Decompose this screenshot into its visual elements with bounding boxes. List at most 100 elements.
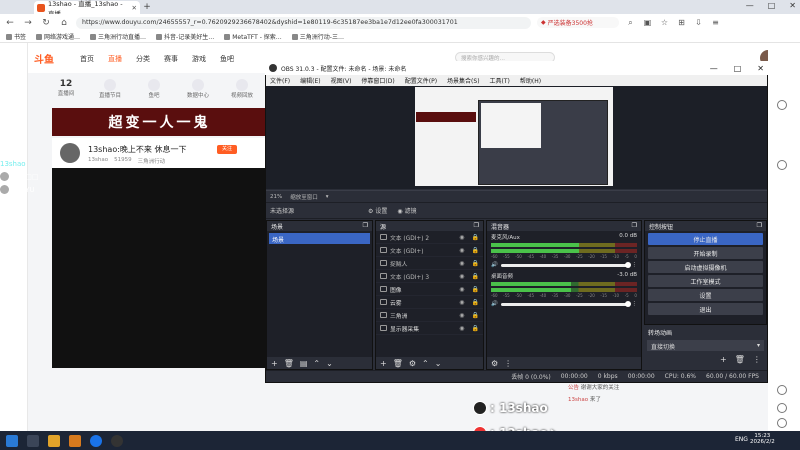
back-icon[interactable]: ← (4, 17, 16, 29)
lock-icon[interactable]: 🔒 (472, 273, 479, 280)
transition-select[interactable]: 直接切换 ▾ (647, 340, 764, 351)
add-icon[interactable]: + (380, 359, 387, 368)
eye-icon[interactable]: ◉ (459, 234, 464, 241)
lock-icon[interactable]: 🔒 (472, 325, 479, 332)
tab-douyu[interactable]: 13shao - 直播_13shao - 直播 ✕ (34, 0, 140, 18)
bookmark-item[interactable]: 网络游戏通… (36, 32, 80, 41)
lock-icon[interactable]: 🔒 (472, 260, 479, 267)
streamer-avatar[interactable] (60, 143, 80, 163)
start-icon[interactable] (6, 434, 18, 447)
add-icon[interactable]: + (720, 355, 727, 364)
volume-slider[interactable] (500, 261, 631, 268)
settings-button[interactable]: 设置 (648, 289, 763, 301)
stat-item[interactable]: 直播节目 (96, 79, 124, 99)
nav-home[interactable]: 首页 (80, 54, 94, 64)
up-icon[interactable]: ⌃ (313, 359, 320, 368)
eye-icon[interactable]: ◉ (459, 299, 464, 306)
source-item[interactable]: 文本 (GDI+) 3 ◉ 🔒 (376, 270, 483, 283)
bookmark-item[interactable]: 三角洲行动-三… (291, 32, 344, 41)
menu-scene-collection[interactable]: 场景集合(S) (447, 76, 480, 85)
settings-icon[interactable] (777, 403, 787, 413)
menu-edit[interactable]: 编辑(E) (300, 76, 320, 85)
tab-close-icon[interactable]: ✕ (132, 4, 137, 12)
menu-help[interactable]: 帮助(H) (520, 76, 541, 85)
minimize-button[interactable]: — (710, 64, 718, 73)
video-player[interactable] (52, 168, 267, 368)
add-icon[interactable]: + (271, 359, 278, 368)
more-icon[interactable]: ⋮ (632, 301, 638, 307)
streamer-name[interactable]: 13shao (88, 157, 108, 165)
bookmark-item[interactable]: 三角洲行动直播… (90, 32, 146, 41)
follow-button[interactable]: 关注 (217, 145, 237, 154)
menu-view[interactable]: 视图(V) (331, 76, 352, 85)
stat-item[interactable]: 12 直播间 (52, 79, 80, 99)
eye-icon[interactable]: ◉ (459, 286, 464, 293)
undock-icon[interactable]: ❐ (757, 222, 762, 230)
nav-yuba[interactable]: 鱼吧 (220, 54, 234, 64)
ad-pill[interactable]: ◆ 严选装备3500抢 (537, 17, 619, 28)
download-icon[interactable]: ⇩ (693, 17, 704, 28)
star-icon[interactable]: ☆ (659, 17, 670, 28)
close-button[interactable]: ✕ (789, 1, 796, 10)
bookmark-item[interactable]: 抖音-记录美好生… (156, 32, 214, 41)
room-category[interactable]: 三角洲行动 (138, 157, 166, 165)
filter-icon[interactable]: ▤ (300, 359, 308, 368)
undock-icon[interactable]: ❐ (363, 222, 368, 230)
volume-slider[interactable] (500, 300, 631, 307)
properties-button[interactable]: ⚙ 设置 (368, 206, 387, 215)
url-field[interactable]: https://www.douyu.com/24655557_r=0.76209… (76, 16, 531, 29)
extension-icon[interactable]: ▣ (642, 17, 653, 28)
taskview-icon[interactable] (27, 434, 39, 447)
browser-icon[interactable] (90, 434, 102, 447)
exit-button[interactable]: 退出 (648, 303, 763, 315)
slider-handle[interactable] (624, 300, 631, 307)
speaker-icon[interactable]: 🔊 (491, 262, 498, 268)
chat-username[interactable]: 公告 (568, 385, 579, 391)
trash-icon[interactable]: 🗑 (735, 355, 745, 364)
lock-icon[interactable]: 🔒 (472, 299, 479, 306)
clock[interactable]: 15:23 2026/2/2 (750, 433, 775, 445)
list-item[interactable]: □□□□ (0, 172, 52, 181)
up-icon[interactable]: ⌃ (422, 359, 429, 368)
virtual-camera-button[interactable]: 启动虚拟摄像机 (648, 261, 763, 273)
eye-icon[interactable]: ◉ (459, 312, 464, 319)
eye-icon[interactable]: ◉ (459, 247, 464, 254)
top-icon[interactable] (777, 418, 787, 428)
new-tab-button[interactable]: + (142, 2, 152, 12)
menu-docks[interactable]: 停靠窗口(D) (361, 76, 394, 85)
gear-icon[interactable]: ⚙ (491, 359, 498, 368)
stop-streaming-button[interactable]: 停止直播 (648, 233, 763, 245)
lock-icon[interactable]: 🔒 (472, 234, 479, 241)
chat-username[interactable]: 13shao (568, 397, 588, 403)
minimize-button[interactable]: — (746, 1, 754, 10)
menu-tools[interactable]: 工具(T) (490, 76, 510, 85)
eye-icon[interactable]: ◉ (459, 260, 464, 267)
lock-icon[interactable]: 🔒 (472, 247, 479, 254)
more-icon[interactable]: ⋮ (753, 355, 761, 364)
speaker-icon[interactable]: 🔊 (491, 301, 498, 307)
lock-icon[interactable]: 🔒 (472, 286, 479, 293)
stat-item[interactable]: 鱼吧 (140, 79, 168, 99)
refresh-icon[interactable]: ↻ (40, 17, 52, 29)
forward-icon[interactable]: → (22, 17, 34, 29)
undock-icon[interactable]: ❐ (474, 222, 479, 230)
nav-live[interactable]: 直播 (108, 54, 122, 64)
stat-item[interactable]: 数据中心 (184, 79, 212, 99)
down-icon[interactable]: ⌄ (326, 359, 333, 368)
input-language[interactable]: ENG (735, 436, 748, 443)
nav-events[interactable]: 赛事 (164, 54, 178, 64)
menu-file[interactable]: 文件(F) (270, 76, 290, 85)
start-recording-button[interactable]: 开始录制 (648, 247, 763, 259)
eye-icon[interactable]: ◉ (459, 273, 464, 280)
list-item[interactable]: SYSYU (0, 185, 52, 194)
explorer-icon[interactable] (48, 434, 60, 447)
filters-button[interactable]: ◉ 滤镜 (397, 206, 416, 215)
list-item[interactable]: 13shao (0, 160, 52, 168)
gear-icon[interactable]: ⚙ (409, 359, 416, 368)
maximize-button[interactable]: □ (768, 1, 776, 10)
grid-icon[interactable]: ⊞ (676, 17, 687, 28)
stat-item[interactable]: 视频回放 (228, 79, 256, 99)
chevron-down-icon[interactable]: ▾ (326, 194, 329, 200)
refresh-icon[interactable] (777, 385, 787, 395)
source-item[interactable]: 文本 (GDI+) 2 ◉ 🔒 (376, 231, 483, 244)
